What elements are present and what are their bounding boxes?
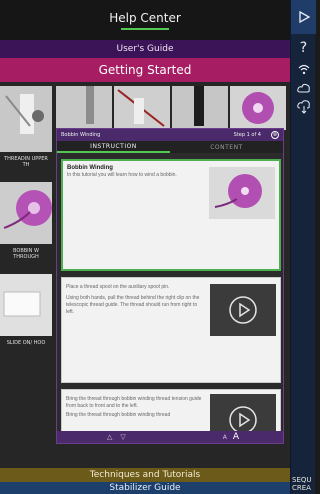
next-step-icon[interactable]: ▽ xyxy=(120,433,125,441)
right-toolbar: ? SEQU CREA xyxy=(290,0,316,494)
font-smaller-button[interactable]: A xyxy=(223,434,227,441)
sequence-label-line1: SEQU xyxy=(292,476,312,484)
tutorial-tile-needle[interactable] xyxy=(56,86,112,130)
play-icon[interactable] xyxy=(228,295,258,325)
cloud-sync-icon-svg xyxy=(296,100,310,114)
font-larger-button[interactable]: A xyxy=(233,432,239,442)
cloud-icon[interactable] xyxy=(291,82,316,94)
card-text: Place a thread spool on the auxiliary sp… xyxy=(66,284,170,290)
title-underline xyxy=(121,27,169,30)
card-text: Using both hands, pull the thread behind… xyxy=(66,295,200,315)
tutorial-tile-slide-on[interactable] xyxy=(0,274,52,336)
dialog-title: Bobbin Winding xyxy=(61,132,101,138)
tutorial-tile-presser[interactable] xyxy=(172,86,228,130)
close-icon[interactable]: ⊗ xyxy=(271,131,279,139)
video-player[interactable] xyxy=(210,284,276,336)
dialog-footer: △ ▽ A A xyxy=(57,431,283,443)
instruction-card: Bobbin Winding In this tutorial you will… xyxy=(61,159,281,271)
users-guide-button[interactable]: User's Guide xyxy=(0,40,290,58)
bobbin-photo xyxy=(209,167,275,219)
tutorial-tile-bobbin-2[interactable] xyxy=(230,86,286,130)
dialog-tabs: INSTRUCTION CONTENT xyxy=(57,141,283,153)
bobbin-image xyxy=(230,86,286,130)
page-title: Help Center xyxy=(109,10,181,25)
previous-step-icon[interactable]: △ xyxy=(107,433,112,441)
wifi-icon[interactable] xyxy=(291,62,316,76)
card-text: Bring the thread through bobbin winding … xyxy=(66,396,202,409)
tab-instruction[interactable]: INSTRUCTION xyxy=(57,141,170,153)
cloud-sync-icon[interactable] xyxy=(291,100,316,114)
presser-foot-image xyxy=(172,86,228,130)
help-center-panel: Help Center User's Guide Getting Started… xyxy=(0,0,290,494)
tab-content[interactable]: CONTENT xyxy=(170,141,283,153)
sequence-label[interactable]: SEQU CREA xyxy=(292,476,312,492)
sewing-machine-image xyxy=(0,86,52,152)
tutorial-tile-label: BOBBIN W THROUGH xyxy=(13,248,39,260)
instruction-card: Place a thread spool on the auxiliary sp… xyxy=(61,277,281,383)
sequence-label-line2: CREA xyxy=(292,484,311,492)
bobbin-image xyxy=(0,182,52,244)
wifi-icon-svg xyxy=(298,64,309,75)
needle-image xyxy=(56,86,112,130)
tutorial-tile-thread[interactable] xyxy=(114,86,170,130)
tutorial-tile-threading[interactable] xyxy=(0,86,52,152)
techniques-tutorials-button[interactable]: Techniques and Tutorials xyxy=(0,468,290,482)
tutorial-tile-label: THREADIN UPPER TH xyxy=(4,156,48,168)
thread-path-image xyxy=(114,86,170,130)
getting-started-header[interactable]: Getting Started xyxy=(0,58,290,82)
tutorial-tile-label: SLIDE ON/ HOO xyxy=(6,340,46,346)
hoop-image xyxy=(0,274,52,336)
stabilizer-guide-button[interactable]: Stabilizer Guide xyxy=(0,482,290,494)
video-player[interactable] xyxy=(210,394,276,434)
card-text: Bring the thread through bobbin winding … xyxy=(66,412,171,418)
card-text: In this tutorial you will learn how to w… xyxy=(67,172,177,178)
tutorial-tile-bobbin[interactable] xyxy=(0,182,52,244)
help-center-title-bar: Help Center xyxy=(0,0,290,40)
dialog-header: Bobbin Winding Step 1 of 4 ⊗ xyxy=(57,129,283,141)
instruction-card: Bring the thread through bobbin winding … xyxy=(61,389,281,435)
tutorial-dialog: Bobbin Winding Step 1 of 4 ⊗ INSTRUCTION… xyxy=(56,128,284,444)
step-indicator: Step 1 of 4 xyxy=(233,132,261,138)
bobbin-image xyxy=(209,167,275,219)
help-icon[interactable]: ? xyxy=(291,40,316,56)
play-icon xyxy=(298,10,310,24)
play-toolbar-button[interactable] xyxy=(291,0,316,34)
cloud-icon-svg xyxy=(296,83,310,93)
